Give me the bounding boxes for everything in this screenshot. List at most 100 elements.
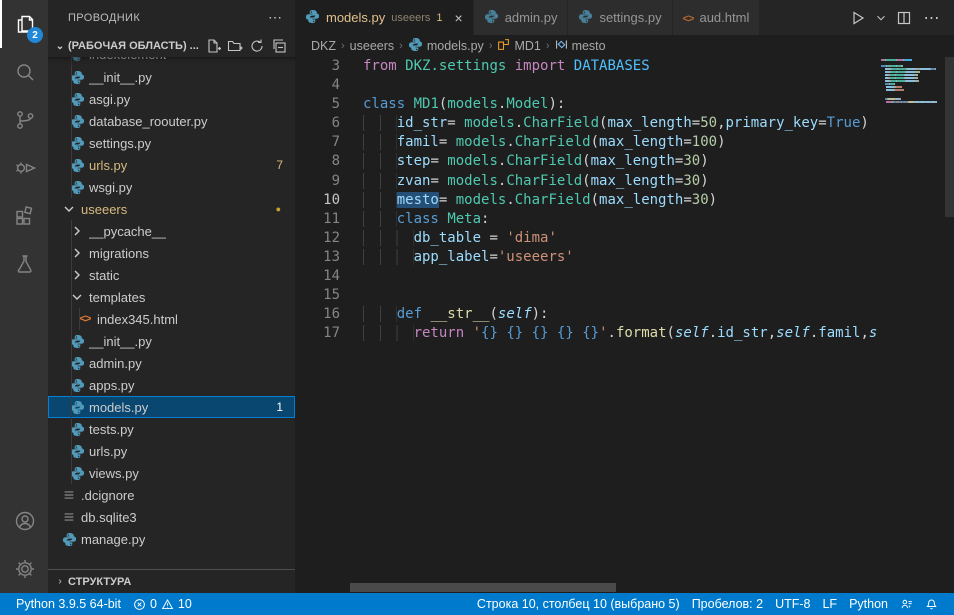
line-number[interactable]: 14 bbox=[295, 267, 340, 286]
breadcrumb-models-py[interactable]: models.py bbox=[408, 37, 484, 55]
tree-file--init-py[interactable]: __init__.py bbox=[48, 330, 295, 352]
new-folder-icon[interactable] bbox=[227, 38, 243, 54]
line-number[interactable]: 11 bbox=[295, 210, 340, 229]
breadcrumb-dkz[interactable]: DKZ bbox=[311, 39, 336, 53]
chevron-down-icon: ⌄ bbox=[52, 41, 68, 52]
minimap-line bbox=[881, 86, 942, 88]
code-line: db_table = 'dima' bbox=[363, 229, 954, 248]
tree-file-indexelement[interactable]: indexelement bbox=[48, 57, 295, 66]
tab-models-py[interactable]: models.pyuseeers1× bbox=[295, 0, 474, 35]
breadcrumb-separator-icon: › bbox=[340, 40, 346, 52]
encoding-status[interactable]: UTF-8 bbox=[769, 593, 816, 615]
tree-file-db-sqlite3[interactable]: db.sqlite3 bbox=[48, 506, 295, 528]
close-icon[interactable]: × bbox=[455, 11, 463, 25]
tree-folder-migrations[interactable]: migrations bbox=[48, 242, 295, 264]
testing-icon[interactable] bbox=[0, 240, 48, 288]
run-button[interactable] bbox=[846, 6, 870, 30]
code-line: class MD1(models.Model): bbox=[363, 95, 954, 114]
line-number[interactable]: 15 bbox=[295, 286, 340, 305]
tree-file--init-py[interactable]: __init__.py bbox=[48, 66, 295, 88]
indent-guide bbox=[71, 132, 72, 154]
sidebar-more-actions[interactable]: ⋯ bbox=[268, 9, 283, 26]
tab-settings-py[interactable]: settings.py bbox=[568, 0, 672, 35]
problems-badge: 1 bbox=[276, 400, 295, 414]
code-area[interactable]: from DKZ.settings import DATABASESclass … bbox=[363, 57, 954, 593]
encoding-label: UTF-8 bbox=[775, 597, 810, 611]
tree-folder--pycache-[interactable]: __pycache__ bbox=[48, 220, 295, 242]
status-bar: Python 3.9.5 64-bit 0 10 Строка 10, стол… bbox=[0, 593, 954, 615]
outline-label: СТРУКТУРА bbox=[68, 576, 131, 588]
tree-file-views-py[interactable]: views.py bbox=[48, 462, 295, 484]
tree-file-models-py[interactable]: models.py1 bbox=[48, 396, 295, 418]
eol-status[interactable]: LF bbox=[816, 593, 843, 615]
explorer-sidebar: ПРОВОДНИК ⋯ ⌄ (РАБОЧАЯ ОБЛАСТЬ) ... inde… bbox=[48, 0, 295, 593]
tab-admin-py[interactable]: admin.py bbox=[474, 0, 569, 35]
refresh-icon[interactable] bbox=[249, 38, 265, 54]
extensions-icon[interactable] bbox=[0, 192, 48, 240]
line-number[interactable]: 17 bbox=[295, 324, 340, 343]
tab-label: admin.py bbox=[505, 10, 558, 25]
problems-badge: 7 bbox=[276, 158, 295, 172]
tree-file-wsgi-py[interactable]: wsgi.py bbox=[48, 176, 295, 198]
settings-gear-icon[interactable] bbox=[0, 545, 48, 593]
line-number[interactable]: 7 bbox=[295, 133, 340, 152]
cursor-position-status[interactable]: Строка 10, столбец 10 (выбрано 5) bbox=[471, 593, 686, 615]
feedback-icon[interactable] bbox=[894, 593, 919, 615]
notifications-bell-icon[interactable] bbox=[919, 593, 944, 615]
indentation-status[interactable]: Пробелов: 2 bbox=[686, 593, 769, 615]
tree-item-label: manage.py bbox=[81, 532, 145, 547]
indent-guide bbox=[71, 242, 72, 264]
source-control-icon[interactable] bbox=[0, 96, 48, 144]
indent-guide bbox=[71, 396, 72, 418]
line-number[interactable]: 6 bbox=[295, 114, 340, 133]
run-debug-icon[interactable] bbox=[0, 144, 48, 192]
breadcrumb-separator-icon: › bbox=[488, 40, 494, 52]
breadcrumb-mesto[interactable]: mesto bbox=[555, 38, 606, 54]
tree-file-asgi-py[interactable]: asgi.py bbox=[48, 88, 295, 110]
tree-folder-static[interactable]: static bbox=[48, 264, 295, 286]
line-number[interactable]: 4 bbox=[295, 76, 340, 95]
tree-file-tests-py[interactable]: tests.py bbox=[48, 418, 295, 440]
vertical-scrollbar[interactable] bbox=[945, 57, 954, 217]
line-number[interactable]: 8 bbox=[295, 152, 340, 171]
line-number[interactable]: 3 bbox=[295, 57, 340, 76]
split-editor-button[interactable] bbox=[892, 6, 916, 30]
tree-file-admin-py[interactable]: admin.py bbox=[48, 352, 295, 374]
code-line: app_label='useeers' bbox=[363, 248, 954, 267]
outline-section-header[interactable]: › СТРУКТУРА bbox=[48, 569, 295, 593]
python-interpreter-status[interactable]: Python 3.9.5 64-bit bbox=[10, 593, 127, 615]
tree-file-settings-py[interactable]: settings.py bbox=[48, 132, 295, 154]
tree-folder-templates[interactable]: templates bbox=[48, 286, 295, 308]
line-number[interactable]: 12 bbox=[295, 229, 340, 248]
line-number[interactable]: 9 bbox=[295, 172, 340, 191]
line-number[interactable]: 10 bbox=[295, 191, 340, 210]
explorer-icon[interactable]: 2 bbox=[0, 0, 48, 48]
horizontal-scrollbar[interactable] bbox=[350, 583, 616, 592]
tree-file-apps-py[interactable]: apps.py bbox=[48, 374, 295, 396]
breadcrumb-md1[interactable]: MD1 bbox=[497, 38, 540, 54]
tree-file-database-roouter-py[interactable]: database_roouter.py bbox=[48, 110, 295, 132]
collapse-all-icon[interactable] bbox=[271, 38, 287, 54]
run-dropdown-chevron-icon[interactable] bbox=[874, 6, 888, 30]
tab-aud-html[interactable]: <>aud.html bbox=[673, 0, 761, 35]
tree-file-urls-py[interactable]: urls.py7 bbox=[48, 154, 295, 176]
editor-gutter[interactable]: 34567891011121314151617 bbox=[295, 57, 363, 593]
line-number[interactable]: 13 bbox=[295, 248, 340, 267]
workspace-section-header[interactable]: ⌄ (РАБОЧАЯ ОБЛАСТЬ) ... bbox=[48, 35, 295, 57]
indent-guide bbox=[79, 308, 80, 330]
tree-file-urls-py[interactable]: urls.py bbox=[48, 440, 295, 462]
search-icon[interactable] bbox=[0, 48, 48, 96]
minimap[interactable] bbox=[878, 57, 945, 593]
tree-file--dcignore[interactable]: .dcignore bbox=[48, 484, 295, 506]
language-mode-status[interactable]: Python bbox=[843, 593, 894, 615]
breadcrumb-useeers[interactable]: useeers bbox=[350, 39, 394, 53]
line-number[interactable]: 5 bbox=[295, 95, 340, 114]
problems-status[interactable]: 0 10 bbox=[127, 593, 198, 615]
account-icon[interactable] bbox=[0, 497, 48, 545]
line-number[interactable]: 16 bbox=[295, 305, 340, 324]
tree-file-manage-py[interactable]: manage.py bbox=[48, 528, 295, 550]
tree-file-index345-html[interactable]: <>index345.html bbox=[48, 308, 295, 330]
new-file-icon[interactable] bbox=[205, 38, 221, 54]
more-actions-button[interactable]: ⋯ bbox=[920, 6, 944, 30]
tree-folder-useeers[interactable]: useeers● bbox=[48, 198, 295, 220]
